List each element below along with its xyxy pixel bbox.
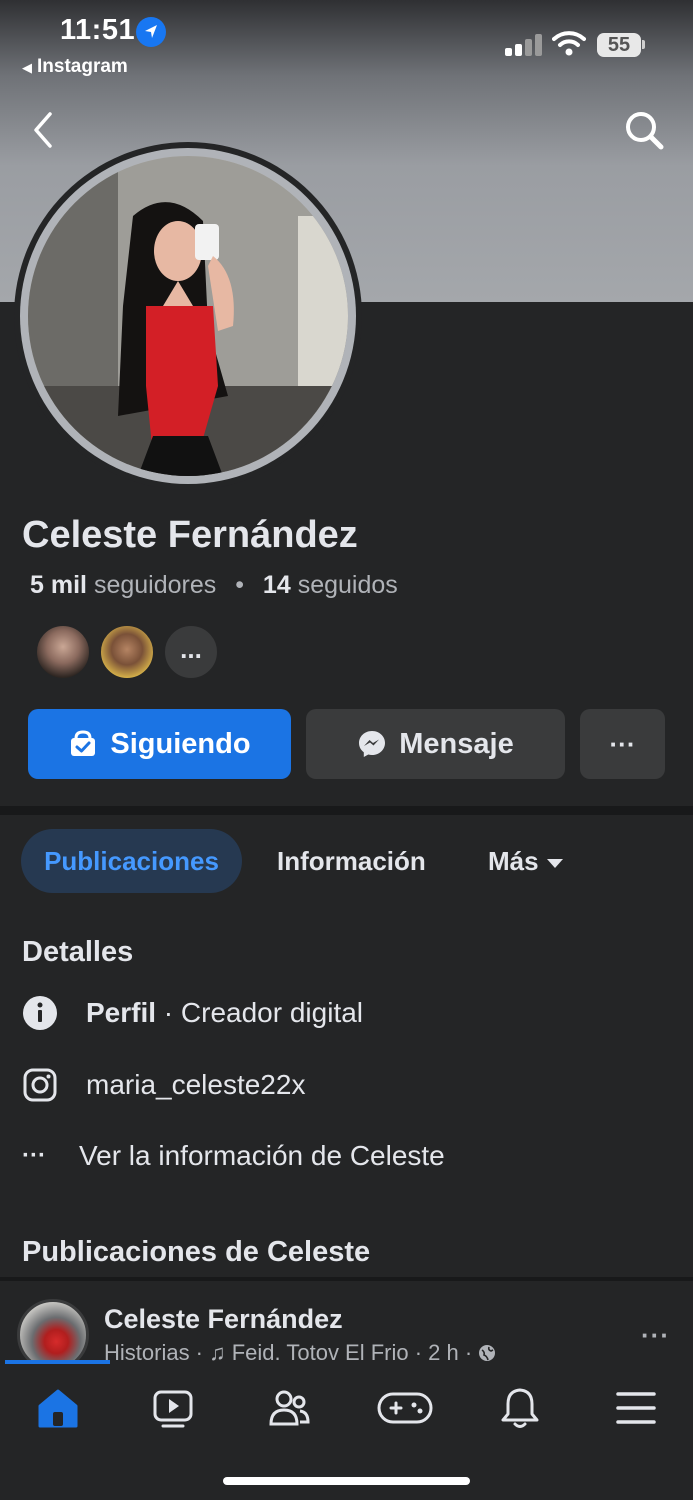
followers-label[interactable]: seguidores — [94, 571, 216, 599]
more-actions-button[interactable]: ··· — [580, 709, 665, 779]
details-heading: Detalles — [22, 936, 134, 968]
profile-name: Celeste Fernández — [22, 514, 358, 556]
posts-heading: Publicaciones de Celeste — [22, 1236, 371, 1268]
location-arrow-icon — [136, 17, 166, 47]
battery-nub — [642, 40, 645, 49]
profile-sep: · — [156, 997, 181, 1028]
post-options-button[interactable]: ··· — [641, 1320, 670, 1351]
instagram-icon — [22, 1065, 70, 1105]
following-label[interactable]: seguidos — [298, 571, 398, 599]
profile-stats: 5 mil seguidores • 14 seguidos — [30, 571, 398, 600]
info-icon — [22, 993, 70, 1033]
more-mutuals-button[interactable]: ... — [163, 624, 219, 680]
back-to-app-link[interactable]: ◀ Instagram — [22, 56, 128, 78]
home-indicator[interactable] — [223, 1477, 470, 1485]
menu-icon[interactable] — [614, 1386, 658, 1430]
video-icon[interactable] — [151, 1386, 195, 1430]
caret-down-icon — [546, 858, 563, 868]
following-label: Siguiendo — [110, 727, 251, 760]
back-chevron-icon[interactable] — [26, 108, 66, 152]
more-dots-icon: ··· — [22, 1142, 46, 1169]
detail-profile-row: Perfil · Creador digital — [22, 993, 363, 1033]
followers-count[interactable]: 5 mil — [30, 571, 87, 599]
active-tab-indicator — [5, 1360, 110, 1364]
mutual-friend-avatar[interactable] — [99, 624, 155, 680]
profile-tabs: Publicaciones Información Más — [0, 829, 693, 893]
profile-label: Perfil — [86, 997, 157, 1028]
tab-informacion[interactable]: Información — [277, 829, 426, 893]
detail-instagram-row[interactable]: maria_celeste22x — [22, 1065, 305, 1105]
gaming-icon[interactable] — [376, 1386, 434, 1430]
back-triangle-icon: ◀ — [22, 60, 32, 75]
following-count[interactable]: 14 — [263, 571, 291, 599]
instagram-handle: maria_celeste22x — [86, 1069, 306, 1100]
back-app-label: Instagram — [37, 56, 128, 77]
tab-mas-label: Más — [488, 846, 539, 876]
message-label: Mensaje — [399, 727, 514, 760]
battery-indicator: 55 — [597, 33, 641, 57]
section-divider — [0, 806, 693, 815]
friends-icon[interactable] — [267, 1386, 311, 1430]
cellular-signal-icon — [505, 34, 545, 56]
see-more-info-link[interactable]: ··· Ver la información de Celeste — [22, 1136, 445, 1176]
wifi-icon — [552, 30, 586, 61]
messenger-icon — [359, 731, 386, 757]
posts-divider — [0, 1277, 693, 1281]
profile-avatar[interactable] — [28, 156, 348, 476]
see-more-info-label: Ver la información de Celeste — [79, 1140, 445, 1171]
post-author-name[interactable]: Celeste Fernández — [104, 1304, 343, 1335]
status-time: 11:51 — [60, 14, 136, 46]
stats-separator: • — [235, 571, 244, 599]
mutual-friend-avatar[interactable] — [35, 624, 91, 680]
bell-icon[interactable] — [498, 1386, 542, 1430]
home-icon[interactable] — [36, 1386, 80, 1430]
tab-mas[interactable]: Más — [488, 829, 563, 893]
message-button[interactable]: Mensaje — [306, 709, 565, 779]
following-check-icon — [71, 730, 96, 756]
search-icon[interactable] — [622, 108, 666, 152]
following-button[interactable]: Siguiendo — [28, 709, 291, 779]
tab-publicaciones[interactable]: Publicaciones — [21, 829, 242, 893]
profile-category: Creador digital — [180, 997, 364, 1028]
